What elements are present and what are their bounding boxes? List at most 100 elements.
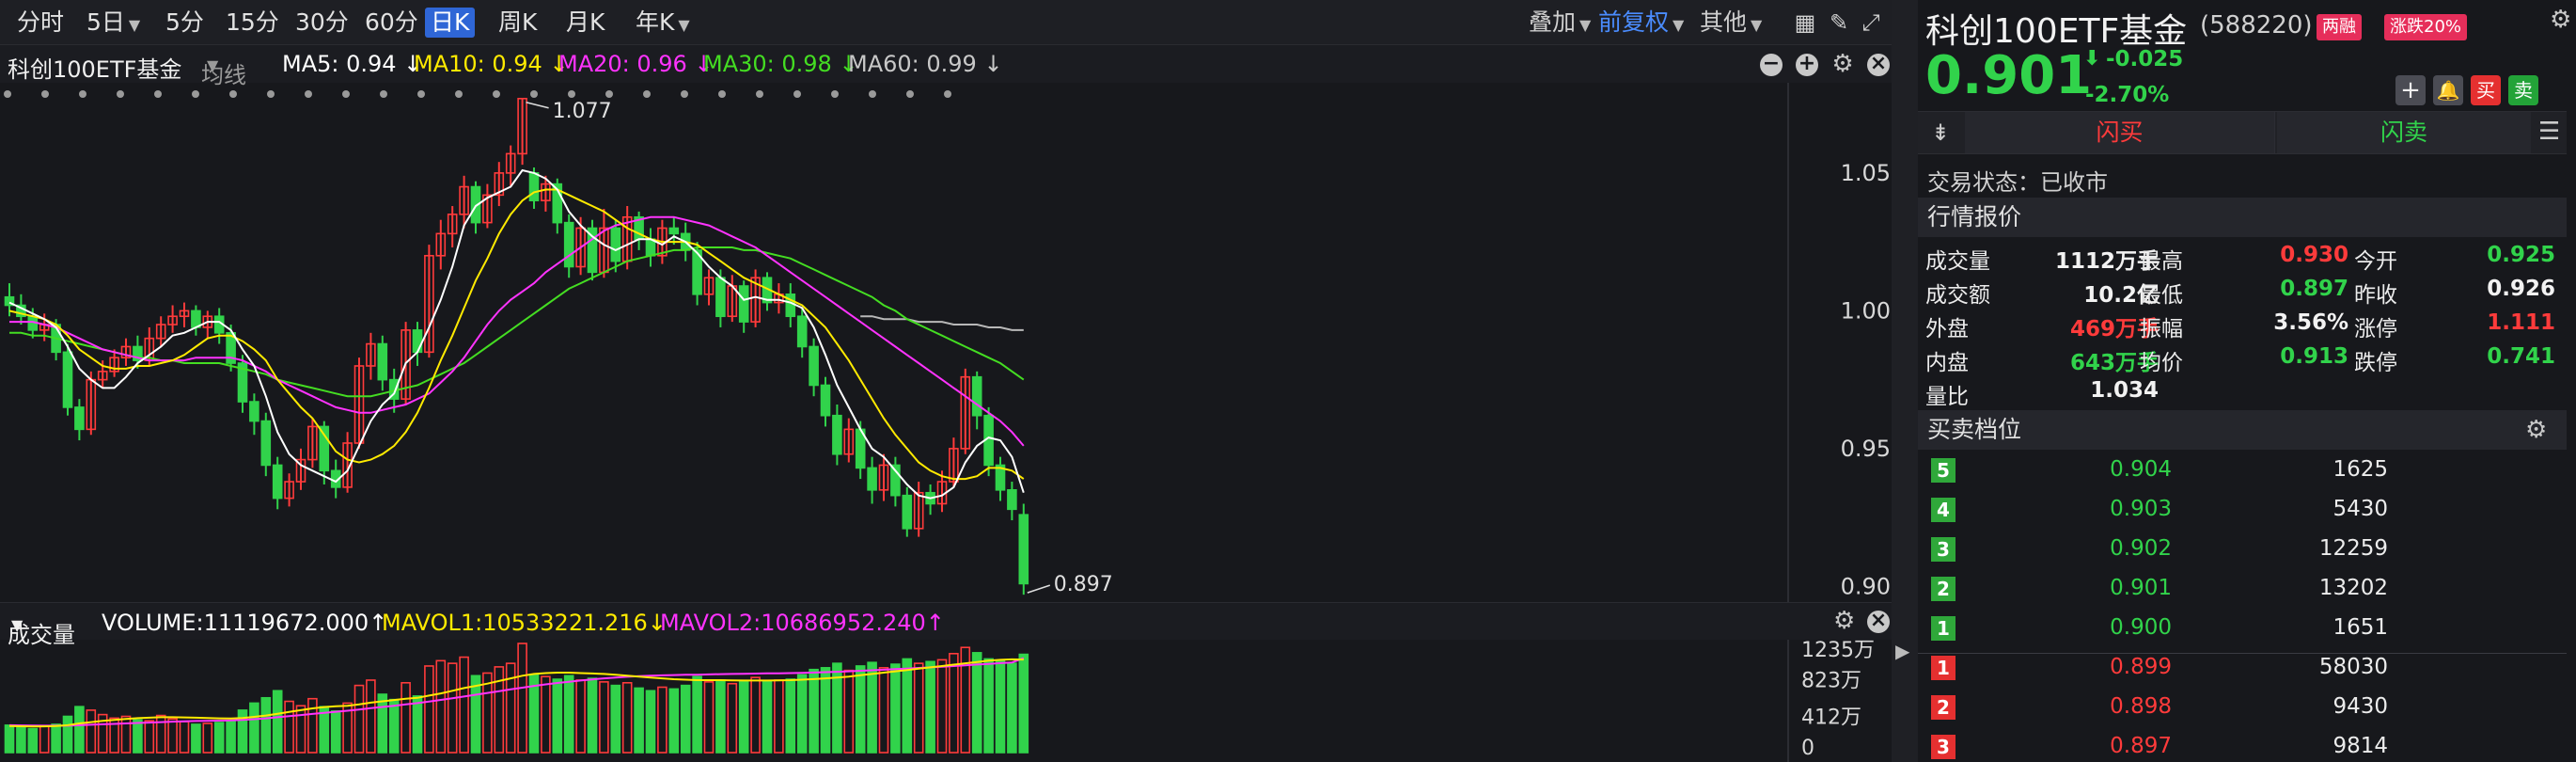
zoom-in-icon[interactable]: + [1796, 54, 1818, 76]
label-amount: 成交额 [1925, 283, 1990, 308]
volume-bar-up [39, 725, 50, 754]
quote-row: 量比 1.034 [1918, 374, 2567, 409]
volume-bar-down [552, 678, 563, 754]
candle-down [820, 384, 831, 417]
period-toolbar: 分时 5日 ▼ 5分 15分 30分 60分 日K 周K 月K 年K ▼ 叠加 ▼ 前… [0, 0, 1892, 45]
overlay-dropdown[interactable]: 叠加 ▼ [1529, 8, 1591, 38]
volume-settings-gear-icon[interactable]: ⚙ [1833, 607, 1855, 635]
other-dropdown[interactable]: 其他 ▼ [1700, 8, 1762, 38]
level-badge: 5 [1931, 458, 1956, 483]
volume-bar-down [692, 675, 702, 754]
pen-draw-icon[interactable]: ✎ [1826, 9, 1852, 36]
volume-bar-down [330, 710, 341, 754]
period-5min[interactable]: 5分 [160, 8, 210, 38]
low-pointer [1027, 584, 1051, 594]
volume-bar-up [295, 705, 306, 754]
volume-bar-down [971, 652, 982, 754]
event-marker-dot [117, 90, 124, 98]
candle-down [809, 345, 819, 387]
value-low: 0.897 [2280, 277, 2348, 301]
panel-settings-gear-icon[interactable]: ⚙ [2550, 6, 2571, 34]
volume-bar-down [587, 677, 598, 754]
candle-down [1007, 489, 1017, 511]
volume-bar-up [435, 659, 447, 754]
flash-sell-button[interactable]: 闪卖 [2277, 112, 2531, 153]
period-day-k[interactable]: 日K [425, 8, 476, 38]
volume-bar-down [412, 695, 423, 754]
other-label: 其他 [1700, 8, 1748, 36]
ma10-value: MA10: 0.94 ↓ [414, 51, 569, 77]
collapse-icon[interactable]: ⇟ [1931, 119, 1950, 146]
candle-down [528, 172, 540, 201]
volume-bar-up [936, 659, 948, 754]
chevron-down-icon: ▼ [1673, 16, 1685, 34]
period-month-k[interactable]: 月K [560, 8, 610, 38]
ask-level-row[interactable]: 3 0.902 12259 [1918, 532, 2567, 566]
buy-button[interactable]: 买 [2471, 75, 2501, 105]
event-marker-dot [305, 90, 312, 98]
adjust-dropdown[interactable]: 前复权 ▼ [1598, 8, 1684, 38]
volume-close-icon[interactable]: × [1867, 611, 1890, 633]
candle-down [738, 285, 749, 323]
flash-trade-bar: ⇟ 闪买 闪卖 ☰ [1918, 111, 2567, 154]
sell-button[interactable]: 卖 [2508, 75, 2538, 105]
order-book-gear-icon[interactable]: ⚙ [2525, 410, 2547, 450]
collapse-arrow-icon[interactable]: ▶ [1895, 640, 1909, 662]
chevron-down-icon: ▼ [1579, 16, 1592, 34]
ask-level-row[interactable]: 5 0.904 1625 [1918, 453, 2567, 487]
event-marker-dot [493, 90, 500, 98]
label-inner: 内盘 [1925, 351, 1969, 375]
period-60min[interactable]: 60分 [359, 8, 424, 38]
candle-down [867, 467, 877, 491]
period-15min[interactable]: 15分 [220, 8, 285, 38]
event-marker-dot [41, 90, 49, 98]
candlestick-chart[interactable]: 1.050 1.000 0.950 0.900 1.077 0.897 [0, 83, 1892, 602]
level-price: 0.903 [2110, 497, 2172, 521]
volume-bar-down [809, 668, 819, 754]
bid-level-row[interactable]: 2 0.898 9430 [1918, 691, 2567, 724]
ask-level-row[interactable]: 2 0.901 13202 [1918, 572, 2567, 606]
bid-level-row[interactable]: 3 0.897 9814 [1918, 730, 2567, 762]
volume-bar-up [459, 656, 469, 754]
expand-icon[interactable]: ⤢ [1858, 9, 1884, 36]
volume-bar-down [27, 727, 39, 754]
period-30min[interactable]: 30分 [290, 8, 354, 38]
candle-down [377, 342, 388, 381]
zoom-out-icon[interactable]: − [1760, 54, 1783, 76]
event-marker-dot [455, 90, 463, 98]
grid-layout-icon[interactable]: ▦ [1792, 9, 1818, 36]
label-avg-price: 均价 [2140, 351, 2183, 375]
alert-bell-icon[interactable]: 🔔 [2433, 75, 2463, 105]
candle-down [563, 221, 574, 268]
volume-bar-up [447, 662, 458, 754]
level-price: 0.897 [2110, 734, 2172, 758]
period-year-k[interactable]: 年K ▼ [630, 8, 696, 38]
bid-level-row[interactable]: 1 0.899 58030 [1918, 651, 2567, 685]
volume-bar-down [785, 678, 796, 754]
volume-bar-up [657, 686, 668, 754]
ask-level-row[interactable]: 1 0.900 1651 [1918, 611, 2567, 645]
period-fenshi[interactable]: 分时 [11, 8, 70, 38]
ma20-value: MA20: 0.96 ↓ [558, 51, 714, 77]
volume-chart[interactable]: 1235万 823万 412万 0 [0, 640, 1892, 762]
flash-buy-button[interactable]: 闪买 [1965, 112, 2275, 153]
volume-bar-down [1007, 662, 1017, 754]
label-amplitude: 振幅 [2140, 317, 2183, 341]
volume-bar-down [62, 715, 73, 754]
panel-splitter[interactable]: ▶ [1892, 0, 1918, 762]
add-watchlist-icon[interactable]: + [2395, 75, 2426, 105]
value-limit-down: 0.741 [2487, 344, 2555, 369]
period-5day[interactable]: 5日 ▼ [81, 8, 146, 38]
volume-bar-up [179, 721, 190, 754]
value-high: 0.930 [2280, 243, 2348, 267]
period-week-k[interactable]: 周K [493, 8, 542, 38]
settings-gear-icon[interactable]: ⚙ [1831, 52, 1854, 76]
ask-level-row[interactable]: 4 0.903 5430 [1918, 493, 2567, 527]
volume-bar-up [774, 679, 784, 754]
close-icon[interactable]: × [1867, 54, 1890, 76]
level-badge: 2 [1931, 695, 1956, 720]
volume-infobar: 成交量 ▼ VOLUME:11119672.000↑ MAVOL1:1053322… [0, 602, 1892, 648]
volume-value: VOLUME:11119672.000↑ [102, 610, 388, 636]
menu-icon[interactable]: ☰ [2538, 118, 2560, 146]
event-marker-dot [342, 90, 350, 98]
